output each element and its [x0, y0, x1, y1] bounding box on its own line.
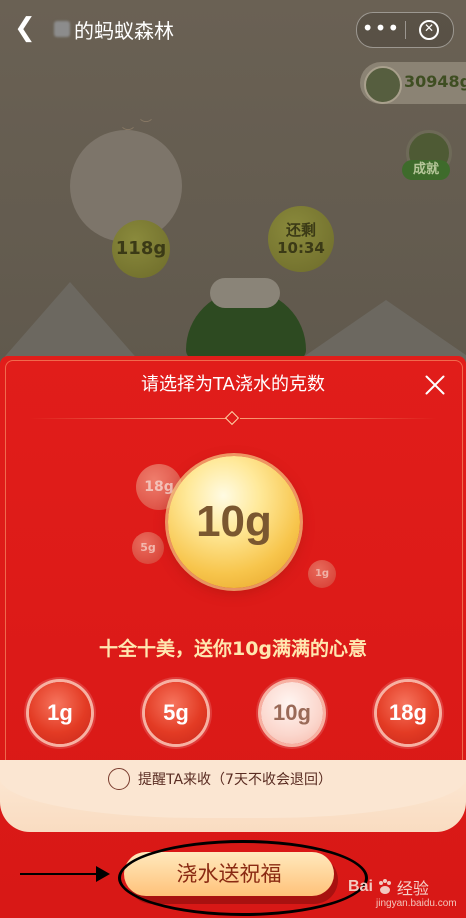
decorative-drop: 5g	[132, 532, 164, 564]
decorative-drop: 1g	[308, 560, 336, 588]
achievement-button[interactable]: 成就	[402, 130, 452, 182]
close-icon[interactable]	[420, 370, 450, 400]
mini-program-capsule: ••• ✕	[356, 12, 454, 48]
baidu-logo-text: Bai	[348, 878, 373, 895]
chevron-left-icon[interactable]: ❮	[14, 14, 42, 42]
watering-dialog: 请选择为TA浇水的克数 18g 5g 1g 10g 十全十美，送你10g满满的心…	[0, 356, 466, 918]
amount-option-label: 18g	[389, 700, 427, 725]
countdown-label: 还剩	[285, 221, 316, 239]
selected-amount-drop: 10g	[168, 456, 300, 588]
amount-option-label: 1g	[47, 700, 73, 725]
divider	[30, 418, 226, 419]
dialog-title: 请选择为TA浇水的克数	[141, 374, 325, 395]
cloud-decoration	[210, 278, 280, 308]
blessing-message: 十全十美，送你10g满满的心意	[98, 638, 368, 660]
close-icon: ✕	[423, 21, 435, 35]
close-mini-program-button[interactable]: ✕	[406, 13, 453, 47]
watermark-url: jingyan.baidu.com	[376, 898, 457, 909]
energy-total-value: 30948g	[404, 72, 466, 91]
page-title: 的蚂蚁森林	[74, 18, 174, 43]
amount-option-label: 10g	[273, 700, 311, 725]
annotation-arrow-head	[96, 866, 110, 882]
bird-icon: ︶	[122, 126, 135, 140]
countdown-time: 10:34	[277, 239, 325, 257]
paw-icon	[378, 879, 391, 894]
amount-option-18g[interactable]: 18g	[377, 682, 439, 744]
baidu-brand-text: 经验	[396, 879, 429, 898]
more-icon[interactable]: •••	[357, 13, 405, 47]
annotation-ellipse	[118, 840, 368, 916]
divider	[240, 418, 436, 419]
top-bar: ❮ 的蚂蚁森林 ••• ✕	[0, 0, 466, 58]
achievement-label: 成就	[402, 160, 450, 180]
energy-total-pill[interactable]: 30948g	[360, 62, 466, 104]
avatar	[54, 21, 70, 37]
amount-option-label: 5g	[163, 700, 189, 725]
bird-icon: ︶	[140, 118, 153, 132]
amount-option-5g[interactable]: 5g	[145, 682, 207, 744]
energy-bubble[interactable]: 118g	[112, 220, 170, 278]
avatar	[364, 66, 402, 104]
annotation-arrow	[20, 873, 100, 875]
remind-checkbox[interactable]	[108, 768, 130, 790]
amount-option-10g[interactable]: 10g	[261, 682, 323, 744]
mountain-decoration	[296, 300, 466, 362]
page-title-group: 的蚂蚁森林	[54, 14, 174, 44]
selected-amount-label: 10g	[196, 497, 272, 546]
amount-option-1g[interactable]: 1g	[29, 682, 91, 744]
energy-bubble-value: 118g	[115, 238, 167, 259]
energy-countdown-bubble[interactable]: 还剩 10:34	[268, 206, 334, 272]
remind-label: 提醒TA来收（7天不收会退回）	[138, 772, 332, 788]
mountain-decoration	[0, 282, 140, 362]
